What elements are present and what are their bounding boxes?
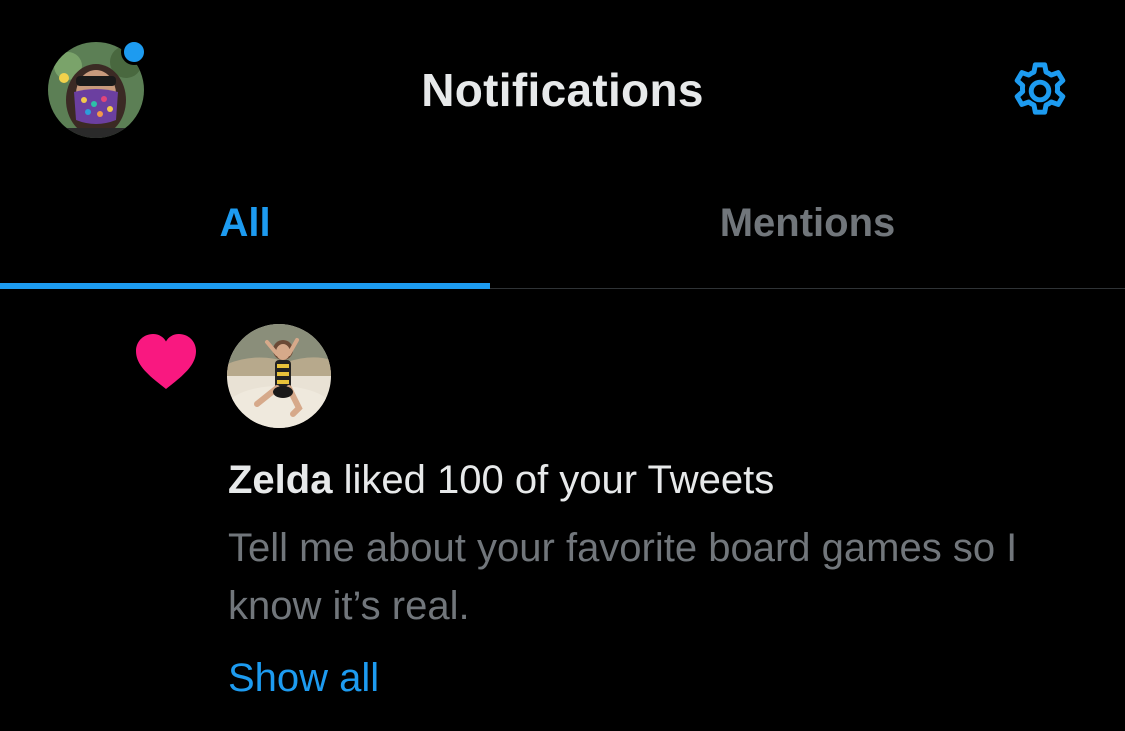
tab-mentions[interactable]: Mentions xyxy=(490,180,1125,289)
heart-icon xyxy=(134,333,198,391)
tab-all[interactable]: All xyxy=(0,180,490,289)
gear-icon[interactable] xyxy=(1007,58,1073,124)
show-all-link[interactable]: Show all xyxy=(228,653,379,703)
liker-name-link[interactable]: Zelda xyxy=(228,458,332,502)
notification-item[interactable]: Zelda liked 100 of your Tweets Tell me a… xyxy=(0,289,1125,731)
notification-headline: Zelda liked 100 of your Tweets xyxy=(228,455,774,505)
notification-action-text: liked 100 of your Tweets xyxy=(332,458,775,502)
top-bar: Notifications xyxy=(0,0,1125,180)
notification-tabs: All Mentions xyxy=(0,180,1125,289)
tweet-preview-text: Tell me about your favorite board games … xyxy=(228,526,1018,628)
page-title: Notifications xyxy=(421,64,704,116)
liker-avatar[interactable] xyxy=(227,324,331,428)
